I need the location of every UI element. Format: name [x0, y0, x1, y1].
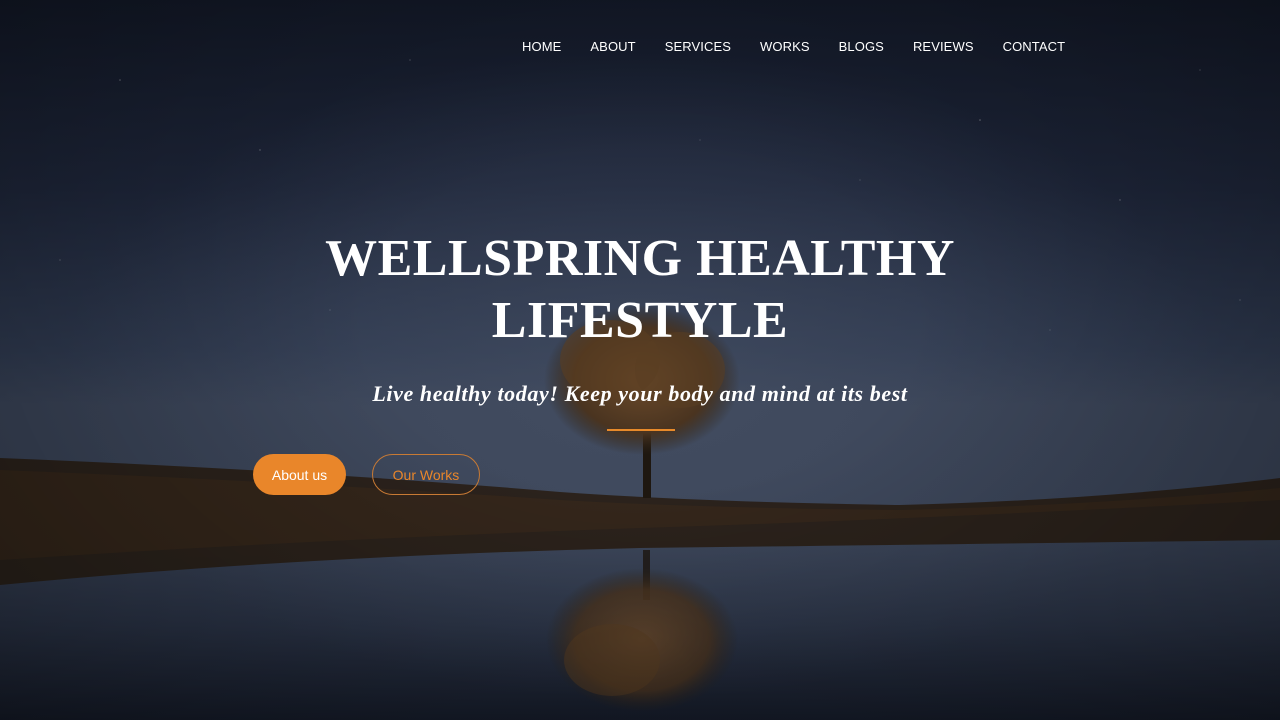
- nav-item-services[interactable]: SERVICES: [665, 38, 731, 56]
- nav-item-home[interactable]: HOME: [522, 38, 561, 56]
- nav-item-about[interactable]: ABOUT: [590, 38, 635, 56]
- hero-title: WELLSPRING HEALTHY LIFESTYLE: [325, 230, 955, 349]
- nav-item-reviews[interactable]: REVIEWS: [913, 38, 974, 56]
- nav-item-blogs[interactable]: BLOGS: [839, 38, 884, 56]
- hero-section: HOME ABOUT SERVICES WORKS BLOGS REVIEWS …: [0, 0, 1280, 720]
- hero-overlay: [0, 0, 1280, 720]
- nav-item-works[interactable]: WORKS: [760, 38, 810, 56]
- about-us-button[interactable]: About us: [253, 454, 346, 495]
- main-nav: HOME ABOUT SERVICES WORKS BLOGS REVIEWS …: [522, 38, 1065, 56]
- hero-divider: [607, 429, 675, 431]
- hero-subtitle: Live healthy today! Keep your body and m…: [372, 381, 908, 406]
- nav-item-contact[interactable]: CONTACT: [1003, 38, 1066, 56]
- our-works-button[interactable]: Our Works: [372, 454, 480, 495]
